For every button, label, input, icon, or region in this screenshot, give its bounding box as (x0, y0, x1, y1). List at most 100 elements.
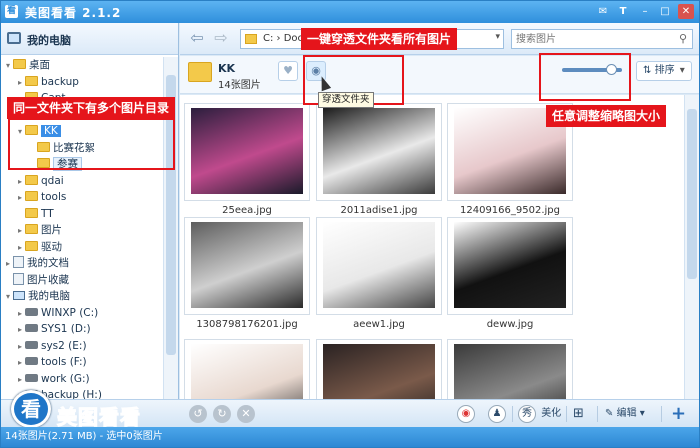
beautify-label: 美化 (541, 408, 562, 419)
divider (566, 406, 567, 422)
forward-button[interactable]: ⇨ (212, 29, 230, 47)
tree-item[interactable]: ▸ backup (15, 74, 79, 90)
sort-label: 排序 (654, 65, 675, 76)
sort-button[interactable]: ⇅ 排序 ▾ (636, 61, 692, 81)
thumbnail-card[interactable] (447, 339, 573, 399)
maximize-button[interactable]: □ (657, 4, 673, 19)
tree-item-label: 我的文档 (27, 257, 69, 269)
heart-icon: ♥ (283, 64, 293, 77)
tree-item[interactable]: ▸ SYS1 (D:) (15, 321, 91, 337)
tree-item-label: tools (F:) (41, 356, 87, 368)
expand-arrow-icon[interactable]: ▸ (15, 75, 25, 91)
expand-arrow-icon[interactable]: ▸ (15, 339, 25, 355)
thumbnail-card[interactable] (316, 103, 442, 201)
tree-item[interactable]: ▾ 桌面 (3, 57, 50, 73)
tree-item[interactable]: ▸ 我的文档 (3, 255, 69, 271)
weibo-icon: ◉ (457, 405, 475, 423)
slideshow-icon: ⊞ (573, 406, 584, 421)
drive-icon (25, 340, 38, 349)
gallery-scrollbar[interactable] (684, 95, 699, 399)
tree-item[interactable]: ▾ 我的电脑 (3, 288, 70, 304)
tree-item[interactable]: ▸ WINXP (C:) (15, 305, 98, 321)
tree-item-label: WINXP (C:) (41, 306, 99, 319)
add-button[interactable]: + (671, 405, 686, 423)
thumbnail-card[interactable] (447, 217, 573, 315)
tree-item[interactable]: ▸ qdai (15, 173, 64, 189)
thumbnail-image (323, 222, 435, 308)
tree-item[interactable]: TT (15, 206, 54, 222)
thumbnail-filename: 25eea.jpg (222, 205, 272, 216)
thumbnail-card[interactable] (316, 339, 442, 399)
expand-arrow-icon[interactable]: ▸ (15, 190, 25, 206)
tree-item[interactable]: 图片收藏 (3, 272, 69, 288)
expand-arrow-icon[interactable]: ▸ (15, 174, 25, 190)
expand-arrow-icon[interactable]: ▸ (15, 240, 25, 256)
thumbnail-filename: aeew1.jpg (353, 319, 405, 330)
search-box[interactable]: ⚲ (511, 29, 693, 49)
folder-tree-panel: 我的电脑 ▾桌面▸backup▸Capt▸EA▾KK比赛花絮参赛▸qdai▸to… (1, 23, 179, 427)
expand-arrow-icon[interactable]: ▸ (3, 256, 13, 272)
thumbnail-card[interactable] (316, 217, 442, 315)
expand-arrow-icon[interactable]: ▸ (15, 355, 25, 371)
divider (661, 406, 662, 422)
slideshow-button[interactable]: ⊞ (573, 405, 584, 423)
skin-icon[interactable]: T (615, 4, 631, 19)
thumbnail-card[interactable] (184, 217, 310, 315)
expand-arrow-icon[interactable]: ▾ (3, 289, 13, 305)
expand-arrow-icon[interactable]: ▸ (15, 223, 25, 239)
divider (597, 406, 598, 422)
expand-arrow-icon[interactable]: ▸ (15, 322, 25, 338)
tree-item-label: 桌面 (29, 59, 50, 71)
tree-item[interactable]: ▸ sys2 (E:) (15, 338, 87, 354)
folder-icon (25, 207, 38, 218)
app-brand-text: 美图看看 (57, 405, 141, 430)
status-bar: 14张图片(2.71 MB) - 选中0张图片 (1, 427, 699, 447)
tree-item-label: 我的电脑 (28, 290, 70, 302)
tree-item[interactable]: ▸ tools (F:) (15, 354, 87, 370)
share-weibo-button[interactable]: ◉ (457, 405, 477, 423)
face-button[interactable]: ♟ (488, 405, 508, 423)
edit-button[interactable]: ✎ 编辑 ▾ (605, 405, 645, 423)
expand-arrow-icon[interactable]: ▸ (15, 306, 25, 322)
rotate-right-button[interactable]: ↻ (213, 405, 231, 423)
beautify-button[interactable]: 秀 美化 (518, 405, 561, 423)
folder-icon (25, 75, 38, 86)
tree-item-label: work (G:) (41, 372, 90, 385)
chevron-down-icon[interactable]: ▾ (495, 32, 500, 42)
expand-arrow-icon[interactable]: ▾ (3, 58, 13, 74)
minimize-button[interactable]: – (637, 4, 653, 19)
divider (512, 406, 513, 422)
bottom-toolbar: 看 美图看看 ↺ ↻ ✕ ◉ ♟ 秀 美化 ⊞ ✎ 编辑 ▾ + (1, 390, 699, 430)
mail-icon[interactable]: ✉ (595, 4, 611, 19)
tree-header: 我的电脑 (1, 23, 178, 55)
thumbnail-card[interactable] (184, 339, 310, 399)
thumbnail-image (191, 344, 303, 399)
search-input[interactable] (512, 30, 672, 48)
drive-icon (25, 373, 38, 382)
callout-resize: 任意调整缩略图大小 (546, 105, 667, 127)
thumbnail-card[interactable] (184, 103, 310, 201)
tree-item[interactable]: ▸ 图片 (15, 222, 62, 238)
drive-icon (25, 307, 38, 316)
current-folder-icon (188, 62, 212, 82)
address-path: C: › Doc (263, 33, 304, 44)
search-icon[interactable]: ⚲ (679, 32, 687, 45)
delete-button[interactable]: ✕ (237, 405, 255, 423)
tree-item-label: sys2 (E:) (41, 339, 87, 352)
rotate-left-button[interactable]: ↺ (189, 405, 207, 423)
tree-item-label: qdai (41, 174, 64, 187)
thumbnail-image (191, 108, 303, 194)
tree-item[interactable]: ▸ 驱动 (15, 239, 62, 255)
tree-item[interactable]: ▸ work (G:) (15, 371, 90, 387)
close-button[interactable]: ✕ (678, 4, 694, 19)
callout-penetrate: 一键穿透文件夹看所有图片 (301, 28, 458, 50)
current-folder-count: 14张图片 (218, 80, 261, 91)
expand-arrow-icon[interactable]: ▸ (15, 372, 25, 388)
callout-multi-dir: 同一文件夹下有多个图片目录 (7, 97, 176, 119)
gallery-scrollbar-thumb[interactable] (687, 109, 697, 279)
tree-item[interactable]: ▸ tools (15, 189, 66, 205)
thumbnail-gallery: 25eea.jpg 2011adise1.jpg 12409166_9502.jpg… (180, 95, 684, 399)
tree-item-label: 图片 (41, 224, 62, 236)
back-button[interactable]: ⇦ (188, 29, 206, 47)
favorite-button[interactable]: ♥ (278, 61, 298, 81)
